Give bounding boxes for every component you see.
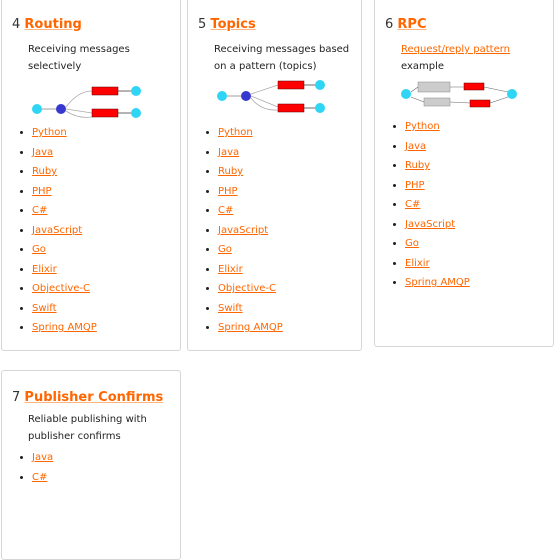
tutorial-link[interactable]: Topics (210, 17, 255, 32)
language-list: Python Java Ruby PHP C# JavaScript Go El… (2, 123, 97, 338)
lang-link-python[interactable]: Python (218, 127, 253, 138)
lang-link-javascript[interactable]: JavaScript (405, 219, 455, 230)
lang-link-php[interactable]: PHP (32, 186, 52, 197)
lang-link-ruby[interactable]: Ruby (405, 160, 430, 171)
language-list: Java C# (2, 448, 53, 487)
language-list: Python Java Ruby PHP C# JavaScript Go El… (375, 117, 470, 293)
description-text: example (401, 61, 445, 72)
lang-link-go[interactable]: Go (405, 238, 419, 249)
lang-link-swift[interactable]: Swift (32, 303, 57, 314)
lang-link-python[interactable]: Python (405, 121, 440, 132)
lang-link-spring-amqp[interactable]: Spring AMQP (218, 322, 283, 333)
tutorial-link[interactable]: RPC (397, 17, 426, 32)
lang-link-java[interactable]: Java (405, 141, 426, 152)
lang-link-objective-c[interactable]: Objective-C (218, 283, 276, 294)
tutorial-description: Request/reply pattern example (401, 41, 541, 75)
tutorial-number: 4 (12, 17, 21, 32)
lang-link-ruby[interactable]: Ruby (32, 166, 57, 177)
lang-link-csharp[interactable]: C# (32, 205, 47, 216)
language-list: Python Java Ruby PHP C# JavaScript Go El… (188, 123, 283, 338)
request-reply-pattern-link[interactable]: Request/reply pattern (401, 44, 510, 55)
tutorial-number: 7 (12, 390, 21, 405)
lang-link-elixir[interactable]: Elixir (405, 258, 430, 269)
lang-link-java[interactable]: Java (32, 452, 53, 463)
tutorial-description: Reliable publishing with publisher confi… (28, 414, 147, 442)
lang-link-javascript[interactable]: JavaScript (32, 225, 82, 236)
lang-link-spring-amqp[interactable]: Spring AMQP (405, 277, 470, 288)
tutorial-link[interactable]: Routing (24, 17, 81, 32)
tutorial-description: Receiving messages selectively (28, 44, 130, 72)
tutorial-card-routing: 4 Routing Receiving messages selectively… (1, 0, 181, 351)
tutorial-number: 6 (385, 17, 394, 32)
lang-link-csharp[interactable]: C# (218, 205, 233, 216)
lang-link-javascript[interactable]: JavaScript (218, 225, 268, 236)
routing-diagram (32, 86, 141, 118)
lang-link-php[interactable]: PHP (218, 186, 238, 197)
card-title: 4 Routing (12, 17, 82, 32)
lang-link-objective-c[interactable]: Objective-C (32, 283, 90, 294)
lang-link-java[interactable]: Java (32, 147, 53, 158)
topics-diagram (217, 80, 325, 113)
rpc-diagram (401, 81, 517, 108)
lang-link-php[interactable]: PHP (405, 180, 425, 191)
lang-link-elixir[interactable]: Elixir (218, 264, 243, 275)
card-title: 6 RPC (385, 17, 427, 32)
tutorial-description: Receiving messages based on a pattern (t… (214, 44, 350, 72)
card-title: 5 Topics (198, 17, 256, 32)
tutorial-card-publisher-confirms: 7 Publisher Confirms Reliable publishing… (1, 370, 181, 560)
card-title: 7 Publisher Confirms (12, 390, 163, 405)
lang-link-swift[interactable]: Swift (218, 303, 243, 314)
tutorial-card-rpc: 6 RPC Request/reply pattern example Pyth… (374, 0, 554, 347)
lang-link-java[interactable]: Java (218, 147, 239, 158)
lang-link-csharp[interactable]: C# (405, 199, 420, 210)
lang-link-csharp[interactable]: C# (32, 472, 47, 483)
lang-link-python[interactable]: Python (32, 127, 67, 138)
tutorial-link[interactable]: Publisher Confirms (24, 390, 163, 405)
tutorial-number: 5 (198, 17, 207, 32)
tutorial-card-topics: 5 Topics Receiving messages based on a p… (187, 0, 362, 351)
lang-link-go[interactable]: Go (218, 244, 232, 255)
lang-link-elixir[interactable]: Elixir (32, 264, 57, 275)
lang-link-go[interactable]: Go (32, 244, 46, 255)
lang-link-spring-amqp[interactable]: Spring AMQP (32, 322, 97, 333)
lang-link-ruby[interactable]: Ruby (218, 166, 243, 177)
